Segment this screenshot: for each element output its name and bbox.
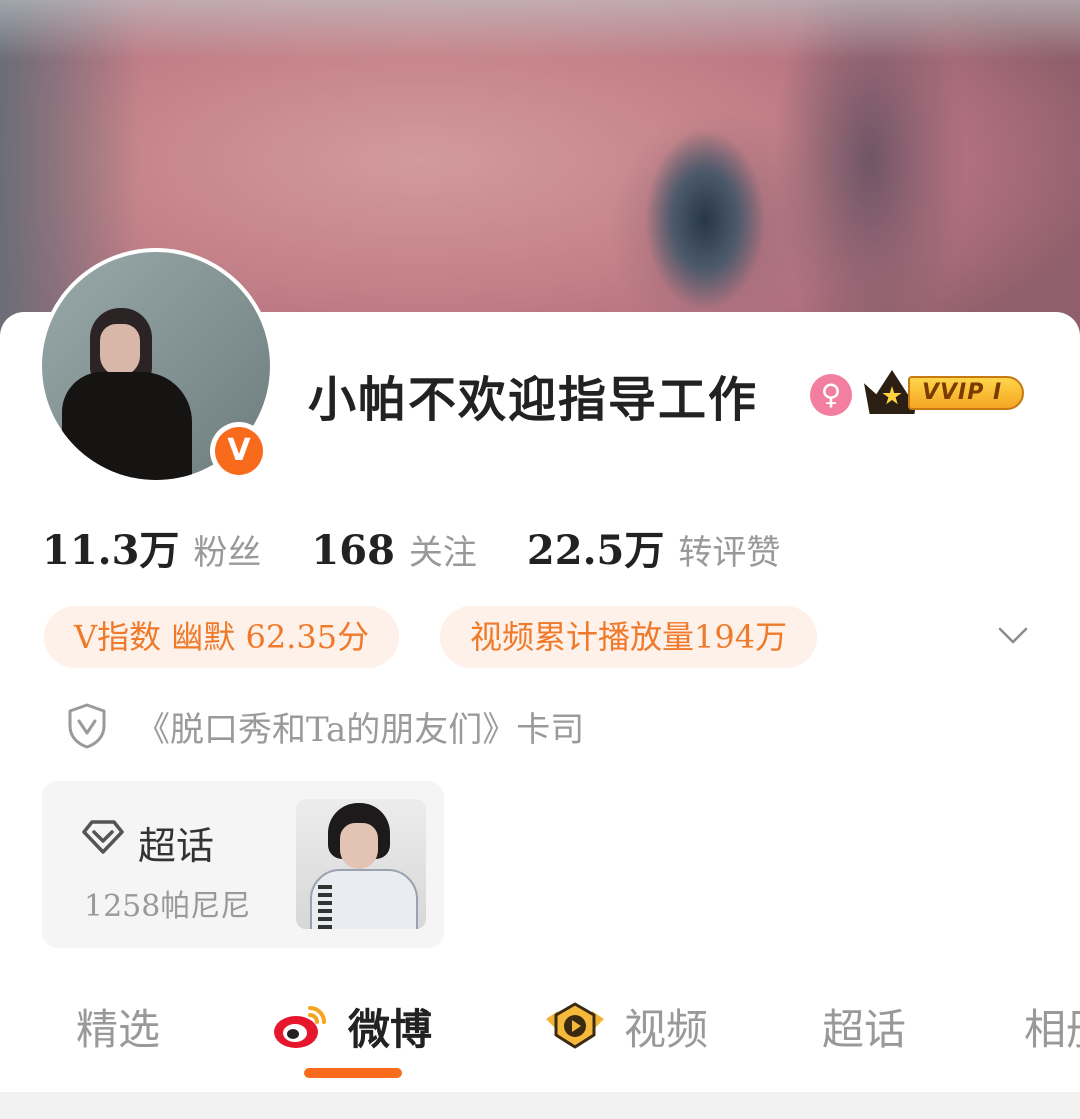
- stat-label: 关注: [408, 533, 477, 573]
- active-tab-indicator: [304, 1068, 402, 1078]
- vip-badge[interactable]: VVIP I: [864, 368, 1026, 418]
- tab-label: 微博: [348, 1004, 433, 1054]
- tab-album[interactable]: 相册: [1024, 996, 1080, 1056]
- tab-label: 视频: [624, 1004, 709, 1054]
- profile-name: 小帕不欢迎指导工作: [308, 372, 759, 428]
- tab-super-topic[interactable]: 超话: [822, 996, 906, 1056]
- video-play-icon: [546, 1002, 604, 1049]
- profile-stats: 11.3万 粉丝 168 关注 22.5万 转评赞: [42, 518, 780, 574]
- tab-weibo[interactable]: 微博: [272, 996, 432, 1056]
- diamond-icon: [82, 820, 124, 854]
- banner-highlight: [0, 0, 1080, 60]
- stat-interactions[interactable]: 22.5万 转评赞: [527, 518, 780, 576]
- chevron-down-icon[interactable]: [998, 620, 1028, 650]
- stat-value: 22.5万: [526, 527, 665, 574]
- content-divider: [0, 1092, 1080, 1119]
- stat-following[interactable]: 168 关注: [311, 525, 477, 574]
- verification-info: 《脱口秀和Ta的朋友们》卡司: [66, 700, 584, 752]
- shield-v-icon: [68, 703, 106, 749]
- tab-video[interactable]: 视频: [544, 996, 708, 1056]
- super-topic-thumbnail: [296, 799, 426, 929]
- female-icon: ♀: [810, 374, 852, 416]
- super-topic-name: 1258帕尼尼: [84, 889, 251, 924]
- video-plays-tag[interactable]: 视频累计播放量194万: [440, 606, 818, 668]
- stat-followers[interactable]: 11.3万 粉丝: [42, 518, 261, 576]
- verified-badge: V: [210, 422, 268, 480]
- vip-label: VVIP I: [908, 376, 1024, 410]
- super-topic-title: 超话: [138, 824, 215, 868]
- stat-label: 粉丝: [193, 533, 262, 573]
- stat-value: 168: [311, 527, 395, 574]
- tab-label: 超话: [822, 1004, 907, 1054]
- verification-text: 《脱口秀和Ta的朋友们》卡司: [136, 709, 585, 750]
- stat-value: 11.3万: [42, 527, 180, 574]
- v-index-tag[interactable]: V指数 幽默 62.35分: [44, 606, 400, 668]
- verified-v-icon: V: [215, 427, 263, 475]
- tab-featured[interactable]: 精选: [76, 996, 160, 1056]
- tab-label: 相册: [1024, 1004, 1080, 1054]
- tab-label: 精选: [76, 1004, 161, 1054]
- stat-label: 转评赞: [678, 533, 781, 573]
- weibo-icon: [274, 1006, 326, 1048]
- super-topic-card[interactable]: 超话 1258帕尼尼: [42, 781, 444, 948]
